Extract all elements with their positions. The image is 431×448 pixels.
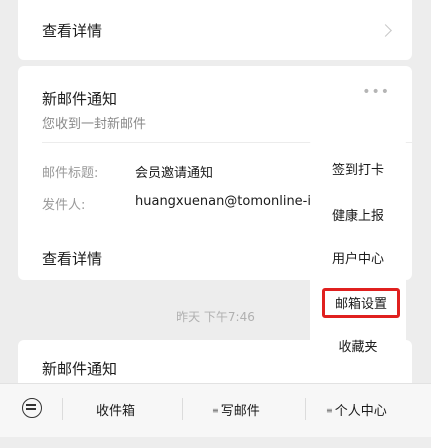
mail-subject-value: 会员邀请通知 [135, 166, 214, 181]
menu-item-health-report[interactable]: 健康上报 [310, 200, 406, 234]
menu-list-icon: ≡ [326, 406, 333, 415]
menu-item-mailbox-settings[interactable]: 邮箱设置 [322, 288, 400, 318]
sender-value: huangxuenan@tomonline-i [135, 194, 311, 209]
divider [182, 398, 183, 420]
chevron-right-icon [379, 24, 392, 37]
tab-personal-center[interactable]: ≡ 个人中心 [326, 400, 387, 419]
bottom-menu-bar: 收件箱 ≡ 写邮件 ≡ 个人中心 [0, 383, 431, 437]
tab-compose-label: 写邮件 [220, 404, 260, 419]
more-icon[interactable]: ••• [362, 84, 390, 100]
divider [305, 398, 306, 420]
notification-title: 新邮件通知 [42, 90, 118, 108]
divider [62, 398, 63, 420]
tab-compose[interactable]: ≡ 写邮件 [212, 400, 260, 419]
menu-item-user-center[interactable]: 用户中心 [310, 243, 406, 277]
tab-personal-center-label: 个人中心 [334, 404, 387, 419]
notification-title: 新邮件通知 [42, 360, 118, 378]
sender-label: 发件人: [42, 198, 86, 213]
menu-item-favorites[interactable]: 收藏夹 [310, 331, 406, 365]
menu-item-check-in[interactable]: 签到打卡 [310, 154, 406, 188]
popup-menu: 签到打卡 健康上报 用户中心 邮箱设置 收藏夹 [310, 138, 406, 378]
menu-list-icon: ≡ [212, 406, 219, 415]
tab-inbox-label: 收件箱 [96, 404, 136, 419]
notification-subtitle: 您收到一封新邮件 [42, 117, 147, 132]
message-card-previous[interactable]: 查看详情 [18, 0, 412, 60]
chat-screen: 查看详情 新邮件通知 ••• 您收到一封新邮件 邮件标题: 会员邀请通知 发件人… [0, 0, 431, 448]
keyboard-toggle-icon[interactable] [22, 398, 42, 418]
tab-inbox[interactable]: 收件箱 [96, 400, 135, 419]
view-details-link[interactable]: 查看详情 [42, 20, 102, 41]
mail-subject-label: 邮件标题: [42, 166, 99, 181]
view-details-link[interactable]: 查看详情 [42, 248, 102, 269]
